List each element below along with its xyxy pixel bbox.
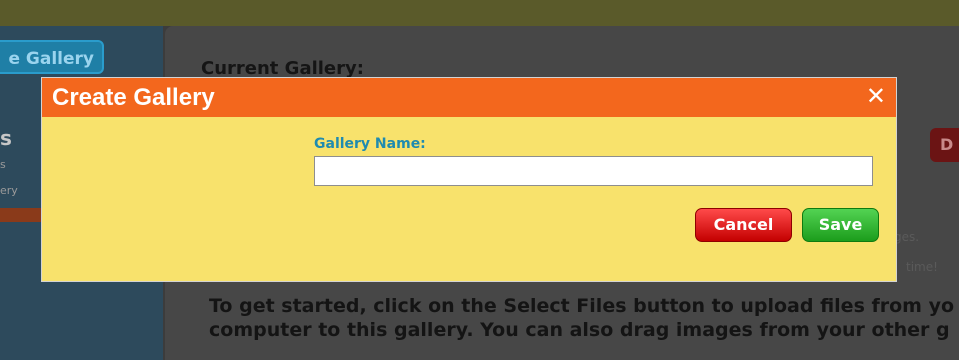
- instructions-text: To get started, click on the Select File…: [209, 294, 959, 342]
- close-icon[interactable]: ✕: [866, 82, 886, 110]
- create-gallery-button[interactable]: e Gallery: [0, 40, 104, 74]
- dialog-titlebar: Create Gallery ✕: [42, 78, 896, 117]
- gallery-name-label: Gallery Name:: [314, 136, 426, 152]
- dialog-title: Create Gallery: [52, 84, 215, 111]
- instructions-line: To get started, click on the Select File…: [209, 295, 955, 317]
- sidebar-item[interactable]: s: [0, 158, 6, 171]
- cancel-button[interactable]: Cancel: [695, 208, 792, 242]
- save-button[interactable]: Save: [802, 208, 879, 242]
- delete-button[interactable]: D: [930, 128, 959, 162]
- hint-text: ges.: [894, 230, 920, 244]
- sidebar-active-indicator: [0, 208, 45, 222]
- instructions-line: computer to this gallery. You can also d…: [209, 319, 950, 341]
- sidebar-item[interactable]: ery: [0, 184, 18, 197]
- sidebar-heading: s: [0, 126, 12, 150]
- top-bar: [0, 0, 959, 26]
- current-gallery-label: Current Gallery:: [201, 58, 364, 79]
- hint-text: time!: [906, 260, 938, 274]
- create-gallery-dialog: Create Gallery ✕ Gallery Name: Cancel Sa…: [41, 77, 897, 282]
- gallery-name-input[interactable]: [314, 156, 873, 186]
